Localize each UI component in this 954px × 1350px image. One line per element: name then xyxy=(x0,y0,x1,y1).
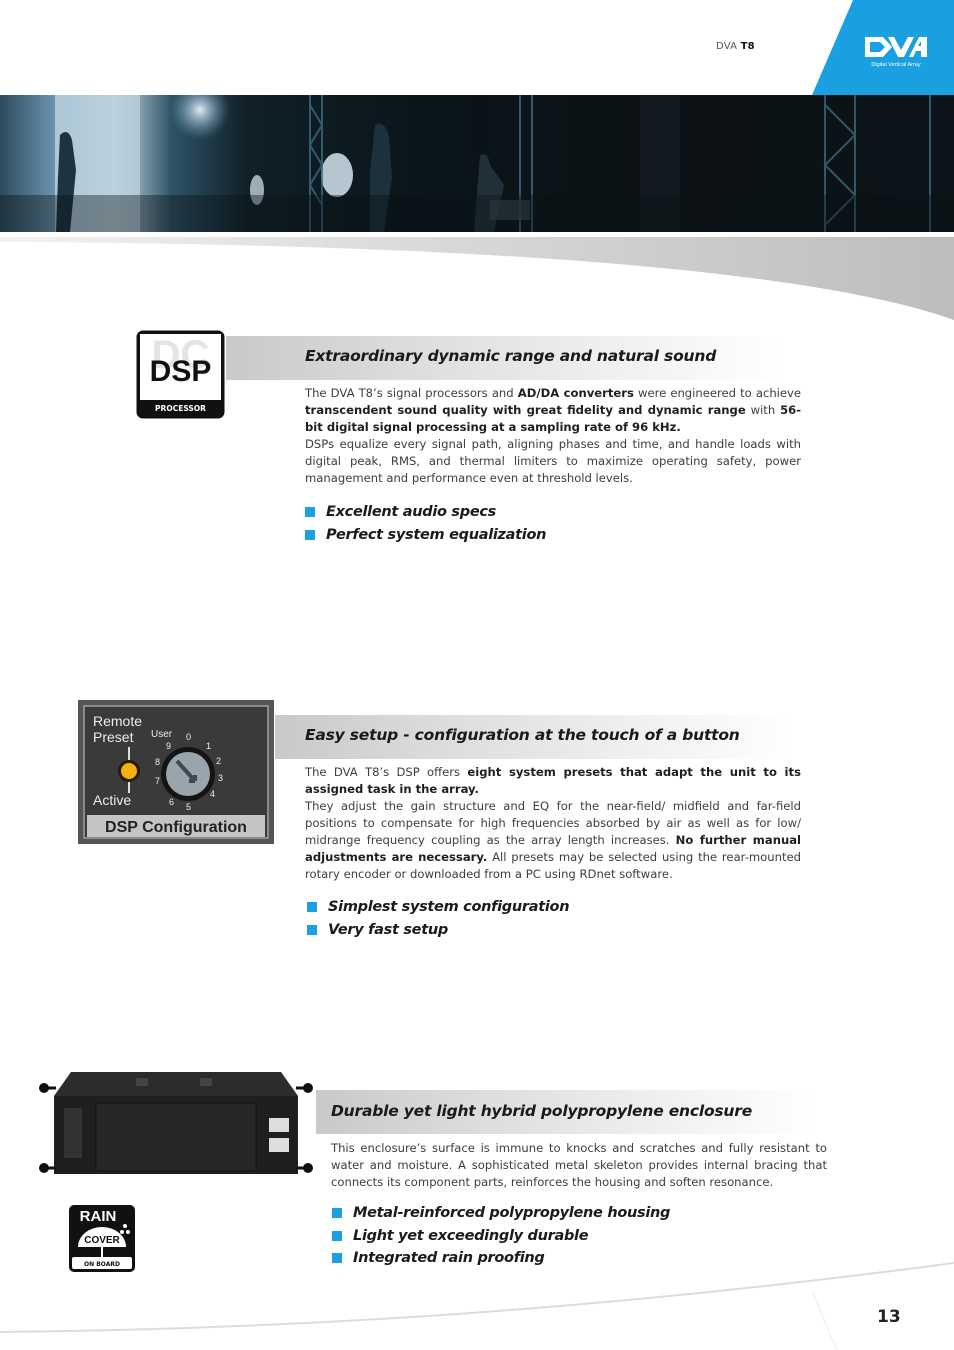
hero-photo-illustration xyxy=(0,95,954,232)
feature-item: Perfect system equalization xyxy=(305,524,546,547)
section-paragraph-enclosure: This enclosure’s surface is immune to kn… xyxy=(331,1140,827,1191)
decorative-swoosh xyxy=(0,237,954,320)
svg-text:6: 6 xyxy=(169,797,174,807)
bullet-square-icon xyxy=(307,902,317,913)
document-label: DVA T8 xyxy=(716,41,755,52)
bullet-square-icon xyxy=(332,1208,342,1219)
dsp-processor-icon: DC DSP PROCESSOR xyxy=(136,330,225,419)
hero-concert-photo xyxy=(0,95,954,232)
rain-icon-title: RAIN xyxy=(80,1208,117,1225)
header-brand-tab: Digital Vertical Array xyxy=(812,0,954,95)
paragraph-text: The DVA T8’s signal processors and xyxy=(305,386,518,400)
speaker-enclosure-photo xyxy=(39,1072,313,1174)
paragraph-text: DSPs equalize every signal path, alignin… xyxy=(305,437,801,485)
brand-tab-shape xyxy=(812,0,954,95)
label-preset: Preset xyxy=(93,729,134,745)
feature-item: Excellent audio specs xyxy=(305,501,546,524)
dsp-configuration-caption: DSP Configuration xyxy=(105,819,247,836)
bullet-square-icon xyxy=(332,1230,342,1241)
svg-text:5: 5 xyxy=(186,802,191,812)
bullet-square-icon xyxy=(305,507,315,518)
svg-text:9: 9 xyxy=(166,741,171,751)
feature-item: Very fast setup xyxy=(307,919,569,942)
product-model: T8 xyxy=(740,41,755,52)
feature-item: Metal-reinforced polypropylene housing xyxy=(332,1202,670,1225)
paragraph-text: with xyxy=(745,403,781,417)
emphasized-text: AD/DA converters xyxy=(517,386,634,400)
svg-text:7: 7 xyxy=(155,776,160,786)
footer-decorative-curve xyxy=(0,1262,954,1350)
emphasized-text: transcendent sound quality with great fi… xyxy=(305,403,746,417)
dsp-configuration-panel-photo: Remote Preset Active User 0 1 2 3 4 5 6 … xyxy=(78,700,274,844)
section-heading-dynamic-range: Extraordinary dynamic range and natural … xyxy=(305,347,717,365)
svg-text:3: 3 xyxy=(218,773,223,783)
bullet-square-icon xyxy=(305,529,315,540)
svg-text:8: 8 xyxy=(155,757,160,767)
dsp-icon-subtitle: PROCESSOR xyxy=(155,404,206,413)
svg-text:0: 0 xyxy=(186,732,191,742)
rain-icon-middle: COVER xyxy=(84,1235,120,1246)
section-heading-enclosure: Durable yet light hybrid polypropylene e… xyxy=(331,1102,753,1120)
label-user: User xyxy=(151,729,173,740)
feature-list-dsp: Excellent audio specs Perfect system equ… xyxy=(305,501,546,546)
dsp-icon-title: DSP xyxy=(150,355,212,388)
paragraph-text: The DVA T8’s DSP offers xyxy=(305,765,468,779)
page-number: 13 xyxy=(877,1307,901,1327)
label-active: Active xyxy=(93,792,131,808)
paragraph-text: This enclosure’s surface is immune to kn… xyxy=(331,1141,827,1189)
svg-text:1: 1 xyxy=(206,741,211,751)
label-remote: Remote xyxy=(93,713,142,729)
svg-text:4: 4 xyxy=(210,789,215,799)
dsp-configuration-illustration: Remote Preset Active User 0 1 2 3 4 5 6 … xyxy=(87,713,265,837)
paragraph-text: were engineered to achieve xyxy=(633,386,802,400)
bullet-square-icon xyxy=(307,924,317,935)
feature-list-setup: Simplest system configuration Very fast … xyxy=(307,896,570,942)
section-paragraph-setup: The DVA T8’s DSP offers eight system pre… xyxy=(305,764,801,883)
product-prefix: DVA xyxy=(716,41,738,52)
section-paragraph-dsp: The DVA T8’s signal processors and AD/DA… xyxy=(305,385,801,487)
feature-item: Simplest system configuration xyxy=(307,896,570,919)
brand-tagline: Digital Vertical Array xyxy=(871,62,920,68)
svg-text:2: 2 xyxy=(216,756,221,766)
feature-item: Light yet exceedingly durable xyxy=(332,1225,670,1248)
section-heading-easy-setup: Easy setup - configuration at the touch … xyxy=(305,726,740,744)
